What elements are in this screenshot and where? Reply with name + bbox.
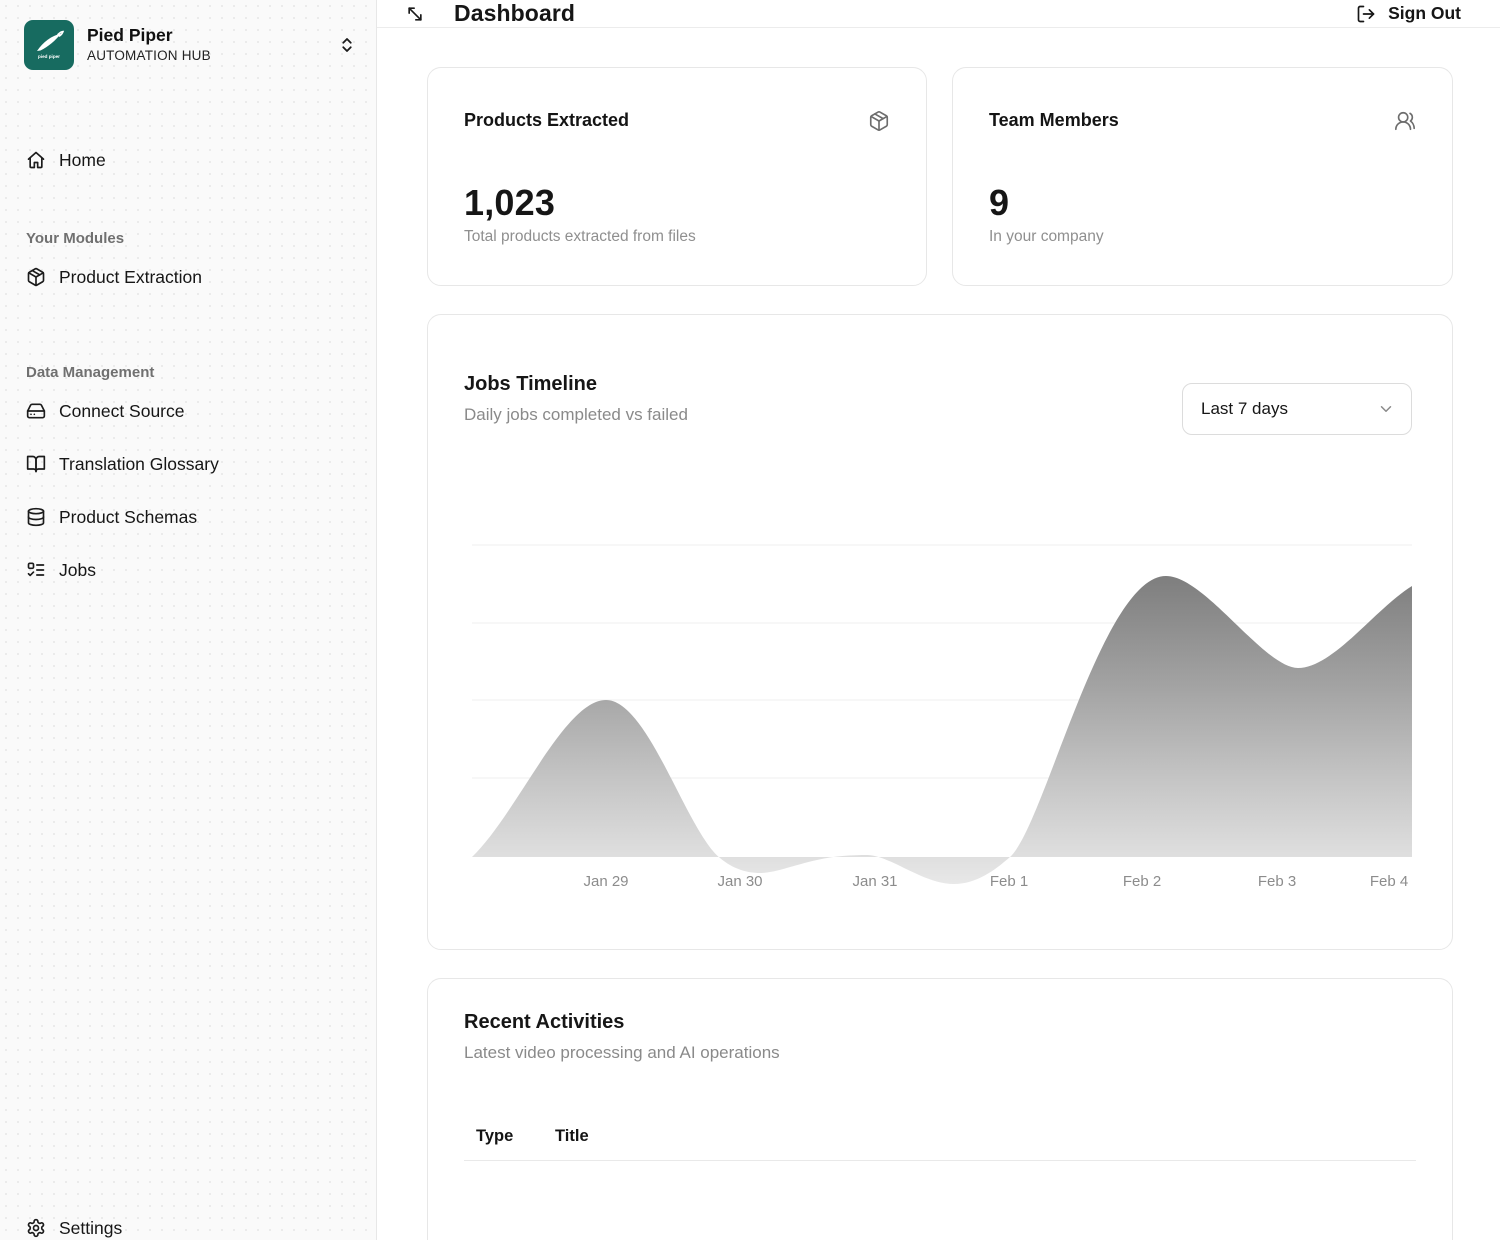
chevrons-up-down-icon[interactable] <box>338 36 356 54</box>
jobs-timeline-title: Jobs Timeline <box>464 373 688 396</box>
x-axis-tick: Feb 1 <box>990 873 1028 890</box>
sidebar-item-label: Product Extraction <box>59 267 202 288</box>
sidebar-item-home[interactable]: Home <box>12 142 364 178</box>
users-icon <box>1394 110 1416 132</box>
jobs-timeline-subtitle: Daily jobs completed vs failed <box>464 405 688 425</box>
main-area: Dashboard Sign Out Products Extracted <box>377 0 1500 1240</box>
recent-activities-title: Recent Activities <box>464 1011 1416 1034</box>
chevron-down-icon <box>1377 400 1395 418</box>
column-header-type: Type <box>476 1127 555 1146</box>
x-axis-tick: Jan 29 <box>583 873 628 890</box>
workspace-subtitle: AUTOMATION HUB <box>87 48 211 64</box>
sidebar-item-label: Jobs <box>59 560 96 581</box>
stat-title: Products Extracted <box>464 110 629 131</box>
stat-caption: Total products extracted from files <box>464 228 890 246</box>
database-icon <box>26 507 46 527</box>
workspace-name: Pied Piper AUTOMATION HUB <box>87 25 211 64</box>
jobs-timeline-header: Jobs Timeline Daily jobs completed vs fa… <box>428 315 1452 435</box>
sidebar-item-label: Settings <box>59 1218 122 1239</box>
jobs-area-series <box>472 576 1412 884</box>
gear-icon <box>26 1218 46 1238</box>
book-open-icon <box>26 454 46 474</box>
svg-text:pied piper: pied piper <box>38 54 60 59</box>
x-axis-tick: Feb 3 <box>1258 873 1296 890</box>
sign-out-label: Sign Out <box>1388 3 1461 24</box>
hard-drive-icon <box>26 401 46 421</box>
area-chart-svg <box>472 482 1412 902</box>
column-header-title: Title <box>555 1127 589 1146</box>
date-range-value: Last 7 days <box>1201 399 1288 419</box>
workspace-title: Pied Piper <box>87 25 211 46</box>
sidebar-item-label: Home <box>59 150 106 171</box>
sidebar-item-label: Translation Glossary <box>59 454 219 475</box>
sidebar-item-label: Product Schemas <box>59 507 197 528</box>
activities-table-header: Type Title <box>464 1127 1416 1161</box>
sidebar-item-connect-source[interactable]: Connect Source <box>12 393 364 429</box>
package-icon <box>26 267 46 287</box>
sidebar: pied piper Pied Piper AUTOMATION HUB Hom… <box>0 0 377 1240</box>
app-window: pied piper Pied Piper AUTOMATION HUB Hom… <box>0 0 1500 1240</box>
date-range-select[interactable]: Last 7 days <box>1182 383 1412 435</box>
package-icon <box>868 110 890 132</box>
sidebar-item-product-schemas[interactable]: Product Schemas <box>12 499 364 535</box>
x-axis-tick: Jan 31 <box>852 873 897 890</box>
x-axis-tick: Feb 4 <box>1370 873 1408 890</box>
log-out-icon <box>1356 4 1376 24</box>
top-bar: Dashboard Sign Out <box>377 0 1500 28</box>
data-management-items: Connect Source Translation Glossary Prod… <box>0 393 376 605</box>
jobs-timeline-chart: Jan 29 Jan 30 Jan 31 Feb 1 Feb 2 Feb 3 F… <box>472 482 1412 927</box>
x-axis-tick: Feb 2 <box>1123 873 1161 890</box>
stat-title: Team Members <box>989 110 1119 131</box>
dashboard-content: Products Extracted 1,023 Total products … <box>377 28 1500 1240</box>
stat-caption: In your company <box>989 228 1416 246</box>
sidebar-item-settings[interactable]: Settings <box>12 1210 364 1240</box>
sidebar-item-product-extraction[interactable]: Product Extraction <box>12 259 364 295</box>
stat-card-team-members: Team Members 9 In your company <box>952 67 1453 286</box>
sidebar-item-translation-glossary[interactable]: Translation Glossary <box>12 446 364 482</box>
page-title: Dashboard <box>454 0 575 27</box>
workspace-switcher[interactable]: pied piper Pied Piper AUTOMATION HUB <box>0 20 376 70</box>
stat-value: 9 <box>989 182 1416 224</box>
move-diagonal-icon[interactable] <box>405 4 425 24</box>
x-axis-tick: Jan 30 <box>717 873 762 890</box>
stat-card-products-extracted: Products Extracted 1,023 Total products … <box>427 67 927 286</box>
stat-value: 1,023 <box>464 182 890 224</box>
your-modules-items: Product Extraction <box>0 259 376 312</box>
feather-logo-icon: pied piper <box>31 27 67 63</box>
sidebar-item-jobs[interactable]: Jobs <box>12 552 364 588</box>
house-icon <box>26 150 46 170</box>
recent-activities-card: Recent Activities Latest video processin… <box>427 978 1453 1240</box>
sidebar-section-data-management: Data Management <box>0 364 376 381</box>
recent-activities-subtitle: Latest video processing and AI operation… <box>464 1043 1416 1063</box>
jobs-timeline-card: Jobs Timeline Daily jobs completed vs fa… <box>427 314 1453 950</box>
sidebar-section-your-modules: Your Modules <box>0 230 376 247</box>
list-todo-icon <box>26 560 46 580</box>
pied-piper-logo: pied piper <box>24 20 74 70</box>
stats-row: Products Extracted 1,023 Total products … <box>427 67 1453 286</box>
sidebar-item-label: Connect Source <box>59 401 185 422</box>
sign-out-button[interactable]: Sign Out <box>1356 3 1461 24</box>
sidebar-footer: Settings <box>0 1210 376 1240</box>
